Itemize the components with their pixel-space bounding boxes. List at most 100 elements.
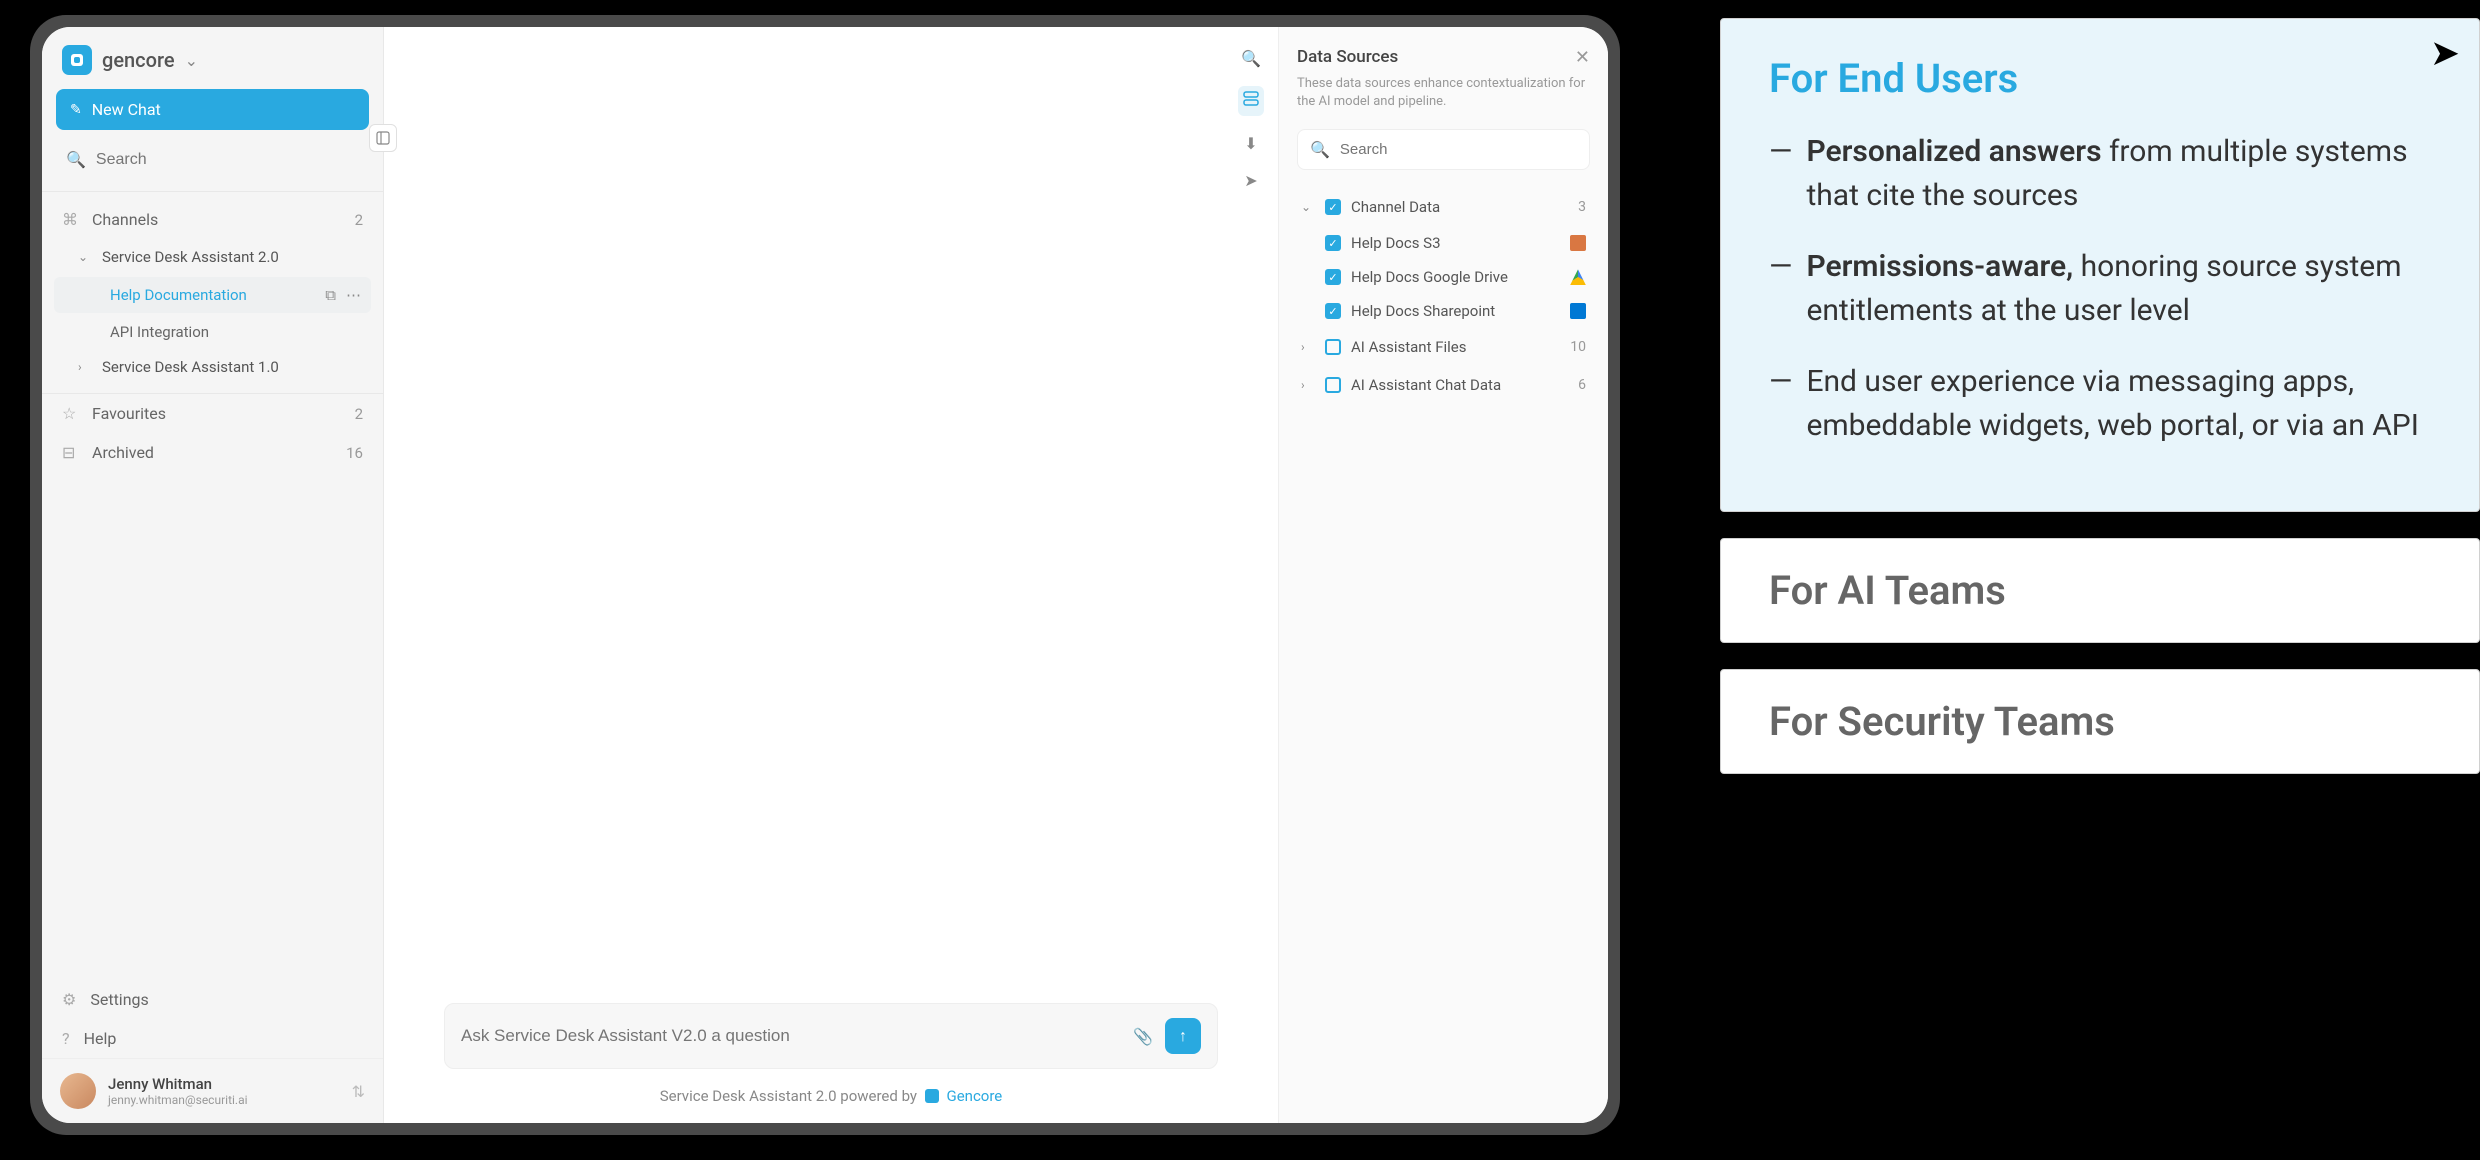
new-chat-button[interactable]: ✎ New Chat	[56, 89, 369, 130]
card-title: For Security Teams	[1769, 698, 2431, 745]
bullet-item: Personalized answers from multiple syste…	[1769, 130, 2431, 217]
nav-favourites-count: 2	[355, 405, 363, 423]
sidebar-header[interactable]: gencore ⌄	[42, 27, 383, 89]
ds-group-label: AI Assistant Chat Data	[1351, 376, 1501, 394]
powered-by: Service Desk Assistant 2.0 powered by Ge…	[384, 1087, 1278, 1123]
s3-icon	[1570, 235, 1586, 251]
ds-search-input[interactable]	[1340, 141, 1577, 158]
chat-input-bar: 📎 ↑	[444, 1003, 1218, 1069]
tree-service-desk-10[interactable]: › Service Desk Assistant 1.0	[42, 349, 383, 385]
checkbox[interactable]	[1325, 339, 1341, 355]
nav-help-label: Help	[84, 1029, 117, 1048]
nav-archived[interactable]: ⊟ Archived 16	[42, 433, 383, 472]
ds-group-label: Channel Data	[1351, 198, 1440, 216]
tree-sub-label: Help Documentation	[110, 286, 247, 304]
chevron-right-icon: ›	[1301, 378, 1315, 392]
nav-section: ⌘ Channels 2 ⌄ Service Desk Assistant 2.…	[42, 192, 383, 480]
ds-item-label: Help Docs Sharepoint	[1351, 302, 1495, 320]
chevron-down-icon: ⌄	[1301, 200, 1315, 214]
card-end-users[interactable]: ➤ For End Users Personalized answers fro…	[1720, 18, 2480, 512]
main-area: 🔍 ⬇ ➤ 📎 ↑ Service Desk Assistant 2.0 pow…	[384, 27, 1278, 1123]
powered-brand[interactable]: Gencore	[946, 1087, 1002, 1105]
chevron-down-icon[interactable]: ⌄	[185, 51, 198, 70]
ds-title: Data Sources	[1297, 47, 1398, 67]
data-sources-panel: Data Sources ✕ These data sources enhanc…	[1278, 27, 1608, 1123]
sidebar-footer: ⚙ Settings ? Help Jenny Whitman jenny.wh…	[42, 980, 383, 1123]
app-window: gencore ⌄ ✎ New Chat 🔍 ⌘ Channels 2	[30, 15, 1620, 1135]
chevron-right-icon: ›	[78, 360, 92, 374]
gear-icon: ⚙	[62, 990, 76, 1009]
star-icon: ☆	[62, 404, 80, 423]
card-bullets: Personalized answers from multiple syste…	[1769, 130, 2431, 447]
user-profile[interactable]: Jenny Whitman jenny.whitman@securiti.ai …	[42, 1058, 383, 1123]
tree-api-integration[interactable]: API Integration	[42, 315, 383, 349]
ds-description: These data sources enhance contextualiza…	[1297, 75, 1590, 111]
card-ai-teams[interactable]: For AI Teams	[1720, 538, 2480, 643]
nav-settings[interactable]: ⚙ Settings	[42, 980, 383, 1019]
ds-item-label: Help Docs S3	[1351, 234, 1441, 252]
duplicate-icon[interactable]: ⧉	[325, 286, 336, 304]
checkbox[interactable]	[1325, 303, 1341, 319]
ds-group-count: 3	[1578, 199, 1586, 215]
nav-help[interactable]: ? Help	[42, 1019, 383, 1058]
help-icon: ?	[62, 1029, 70, 1048]
checkbox[interactable]	[1325, 377, 1341, 393]
channels-icon: ⌘	[62, 210, 80, 229]
sharepoint-icon	[1570, 303, 1586, 319]
nav-archived-count: 16	[346, 444, 363, 462]
chat-plus-icon: ✎	[70, 102, 82, 118]
ds-item-help-docs-sharepoint[interactable]: Help Docs Sharepoint	[1297, 294, 1590, 328]
close-icon[interactable]: ✕	[1575, 47, 1590, 68]
nav-channels-count: 2	[355, 211, 363, 229]
search-icon: 🔍	[66, 150, 86, 169]
ds-group-ai-assistant-files[interactable]: › AI Assistant Files 10	[1297, 328, 1590, 366]
bullet-item: Permissions-aware, honoring source syste…	[1769, 245, 2431, 332]
user-email: jenny.whitman@securiti.ai	[108, 1093, 248, 1107]
gencore-logo-icon	[925, 1089, 939, 1103]
ds-item-label: Help Docs Google Drive	[1351, 268, 1508, 286]
ds-group-count: 6	[1578, 377, 1586, 393]
download-icon[interactable]: ⬇	[1244, 134, 1257, 153]
right-toolbar: 🔍 ⬇ ➤	[1238, 49, 1264, 190]
sidebar-search-input[interactable]	[96, 151, 359, 169]
more-icon[interactable]: ⋯	[346, 286, 361, 304]
ds-group-count: 10	[1570, 339, 1586, 355]
attach-icon[interactable]: 📎	[1133, 1027, 1153, 1046]
feature-cards: ➤ For End Users Personalized answers fro…	[1720, 18, 2480, 800]
tree-help-documentation[interactable]: Help Documentation ⧉ ⋯	[54, 277, 371, 313]
checkbox[interactable]	[1325, 199, 1341, 215]
ds-item-help-docs-s3[interactable]: Help Docs S3	[1297, 226, 1590, 260]
brand-name: gencore	[102, 48, 175, 72]
nav-channels[interactable]: ⌘ Channels 2	[42, 200, 383, 239]
nav-favourites[interactable]: ☆ Favourites 2	[42, 394, 383, 433]
checkbox[interactable]	[1325, 269, 1341, 285]
ds-item-help-docs-gdrive[interactable]: Help Docs Google Drive	[1297, 260, 1590, 294]
tree-label: Service Desk Assistant 2.0	[102, 248, 279, 266]
collapse-sidebar-button[interactable]	[369, 124, 397, 152]
send-button[interactable]: ↑	[1165, 1018, 1201, 1054]
bullet-item: End user experience via messaging apps, …	[1769, 360, 2431, 447]
card-security-teams[interactable]: For Security Teams	[1720, 669, 2480, 774]
ds-group-channel-data[interactable]: ⌄ Channel Data 3	[1297, 188, 1590, 226]
google-drive-icon	[1570, 269, 1586, 285]
send-icon[interactable]: ➤	[1244, 171, 1257, 190]
nav-settings-label: Settings	[90, 990, 148, 1009]
sidebar-search[interactable]: 🔍	[56, 142, 369, 177]
chevron-down-icon: ⌄	[78, 250, 92, 264]
ds-search[interactable]: 🔍	[1297, 129, 1590, 170]
chat-input[interactable]	[461, 1026, 1121, 1046]
new-chat-label: New Chat	[92, 100, 161, 119]
tree-service-desk-20[interactable]: ⌄ Service Desk Assistant 2.0	[42, 239, 383, 275]
data-sources-icon[interactable]	[1238, 86, 1264, 116]
nav-favourites-label: Favourites	[92, 404, 166, 423]
sidebar: gencore ⌄ ✎ New Chat 🔍 ⌘ Channels 2	[42, 27, 384, 1123]
app-inner: gencore ⌄ ✎ New Chat 🔍 ⌘ Channels 2	[42, 27, 1608, 1123]
ds-group-ai-assistant-chat-data[interactable]: › AI Assistant Chat Data 6	[1297, 366, 1590, 404]
tree-label: Service Desk Assistant 1.0	[102, 358, 279, 376]
sort-icon[interactable]: ⇅	[352, 1082, 365, 1101]
ds-group-label: AI Assistant Files	[1351, 338, 1467, 356]
search-icon[interactable]: 🔍	[1241, 49, 1261, 68]
checkbox[interactable]	[1325, 235, 1341, 251]
cursor-icon: ➤	[2430, 32, 2460, 74]
card-title: For End Users	[1769, 55, 2431, 102]
